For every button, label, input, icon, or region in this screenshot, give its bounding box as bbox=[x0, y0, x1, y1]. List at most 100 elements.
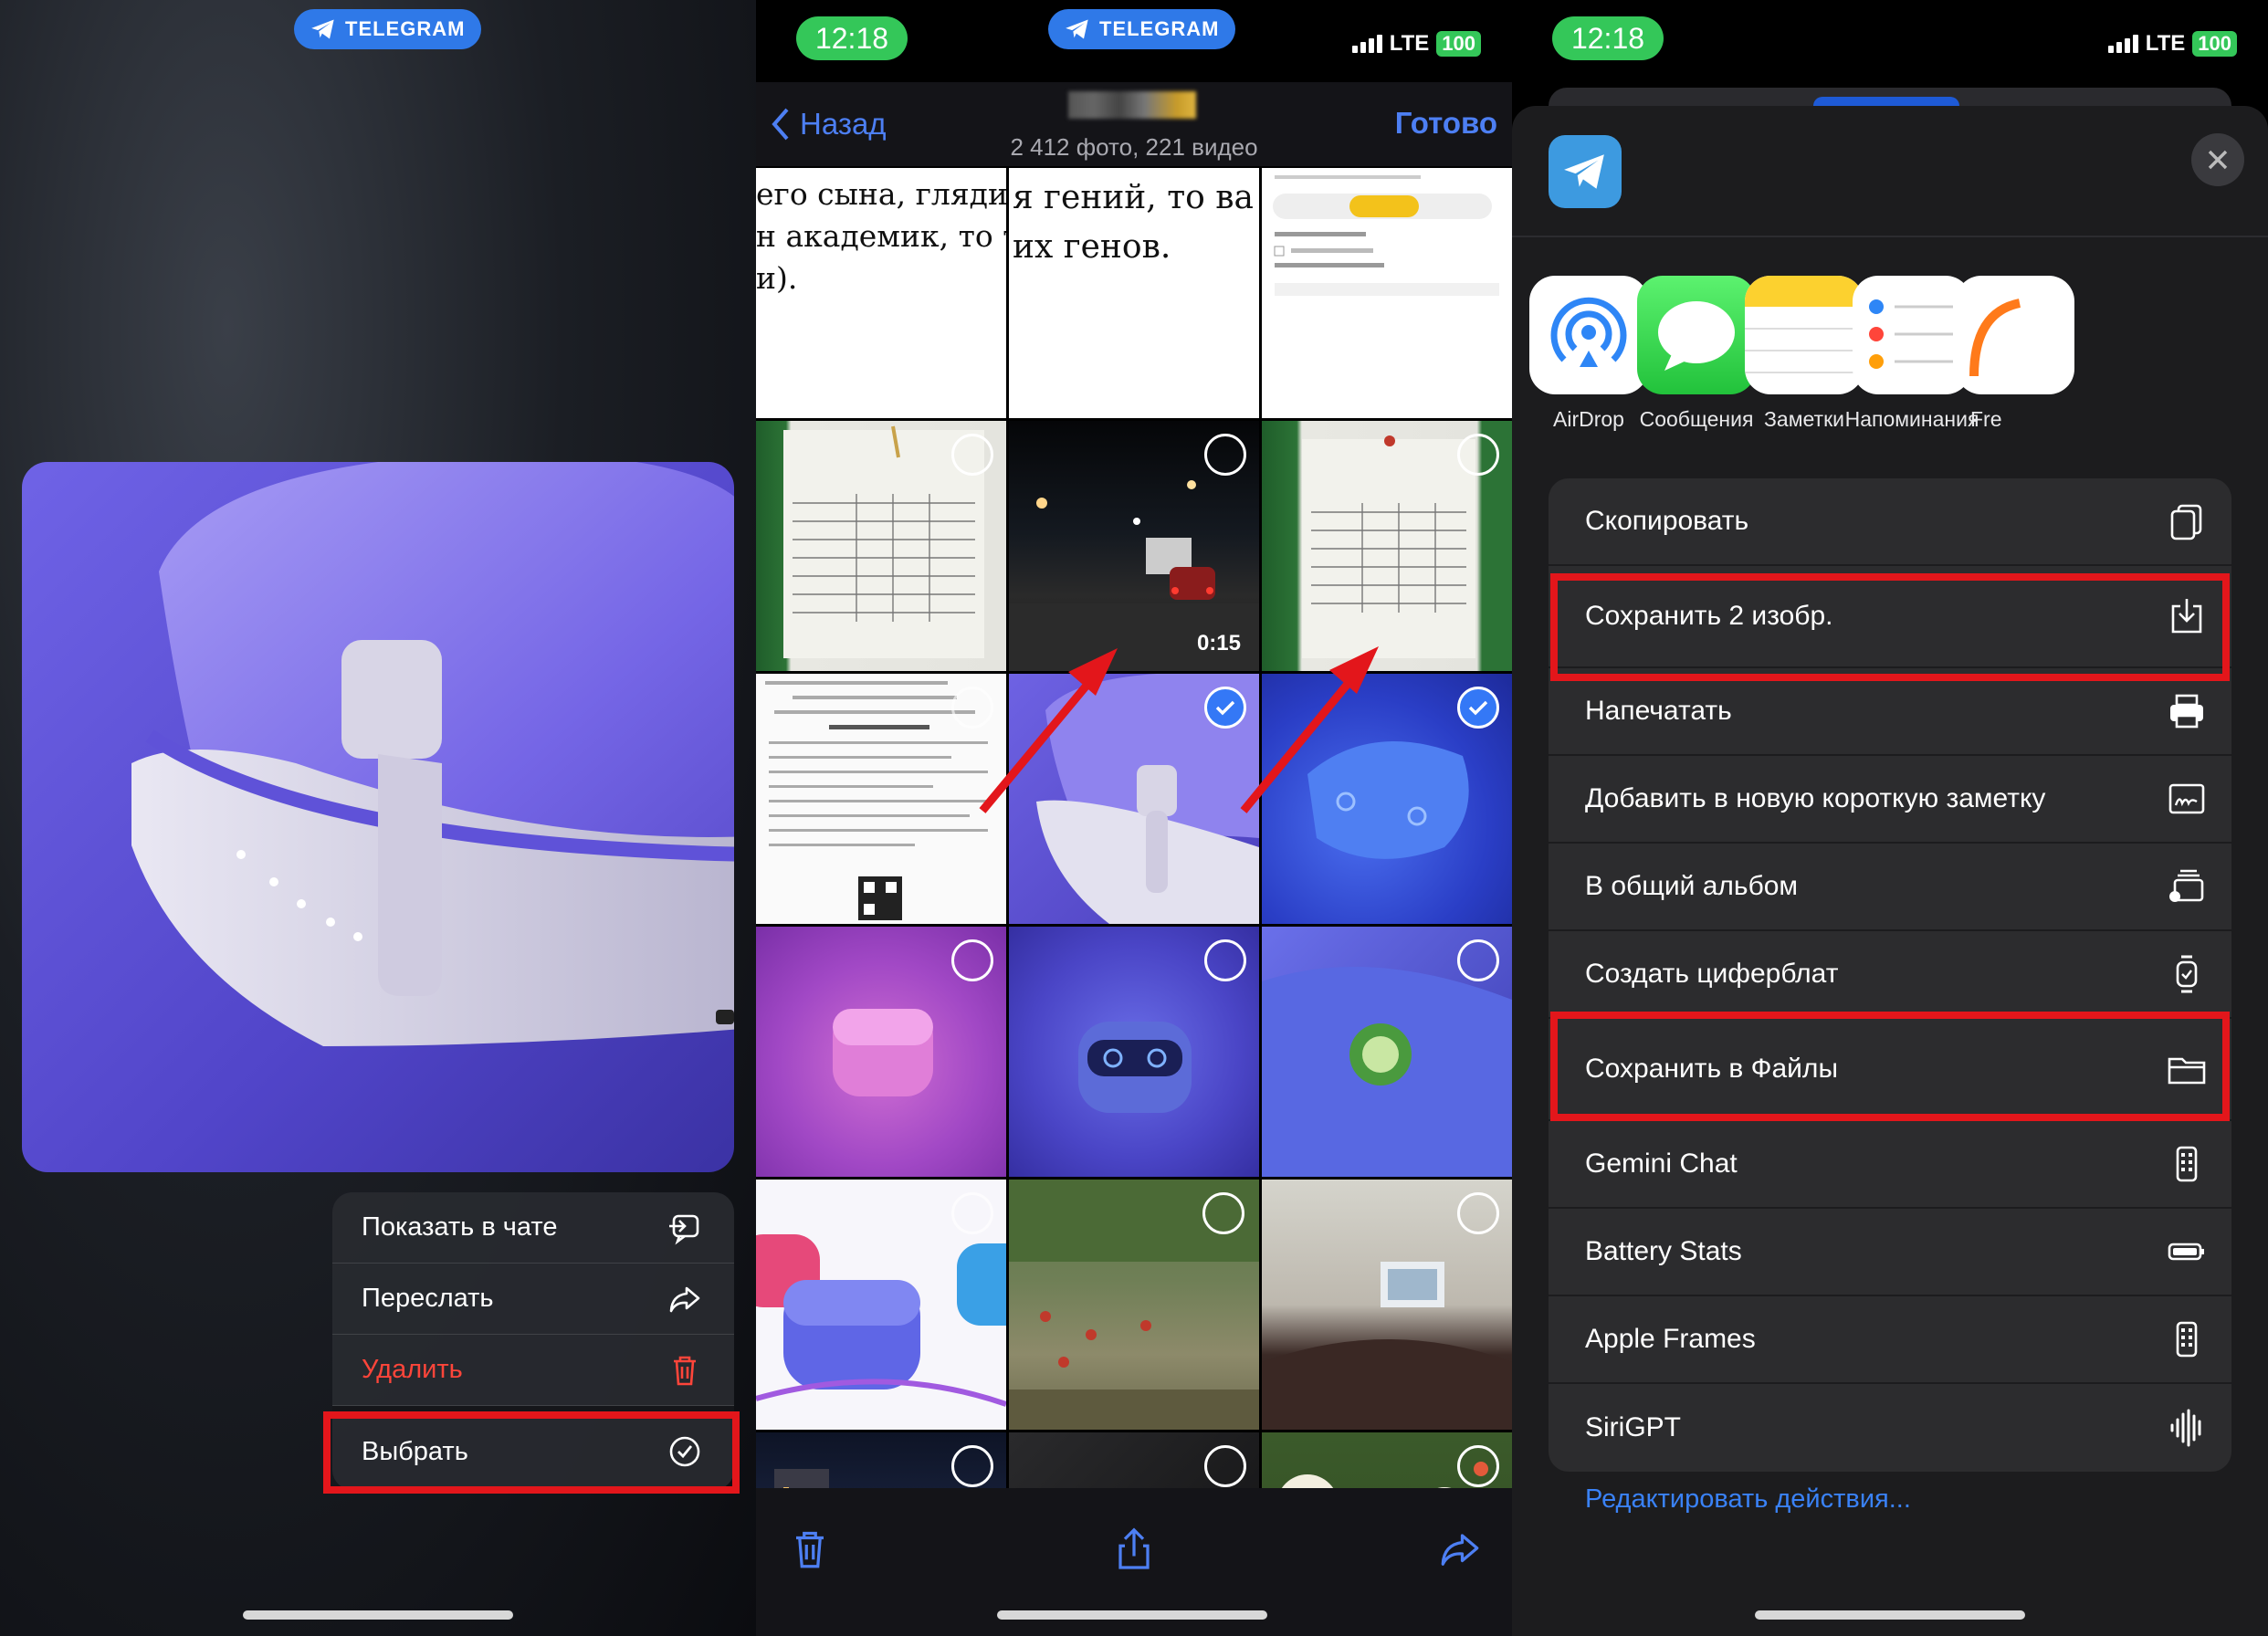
close-button[interactable] bbox=[2191, 133, 2244, 186]
media-tile-product-selected[interactable] bbox=[1262, 674, 1512, 924]
forward-icon bbox=[669, 1286, 700, 1312]
blurred-chat-name bbox=[1068, 91, 1196, 119]
phone-app-icon bbox=[2176, 1146, 2198, 1182]
freeform-icon bbox=[1956, 276, 2074, 394]
tile-text-line: их генов. bbox=[1013, 228, 1171, 266]
signal-icon bbox=[2107, 35, 2138, 53]
panel-share-sheet: 12:18 LTE 100 AirDrop Сообщения Заметки … bbox=[1512, 0, 2268, 1636]
media-grid: его сына, гляди н академик, то т и). я г… bbox=[756, 168, 1512, 1636]
select-circle[interactable] bbox=[1457, 1192, 1499, 1234]
action-watch-face[interactable]: Создать циферблат bbox=[1549, 931, 2231, 1019]
video-duration: 0:15 bbox=[1196, 631, 1241, 655]
phone-app-icon bbox=[2176, 1321, 2198, 1358]
telegram-pill[interactable]: TELEGRAM bbox=[294, 9, 482, 49]
media-tile-receipt[interactable] bbox=[756, 674, 1006, 924]
select-circle[interactable] bbox=[1204, 434, 1246, 476]
edit-actions-link[interactable]: Редактировать действия... bbox=[1585, 1484, 1911, 1515]
menu-item-show-in-chat[interactable]: Показать в чате bbox=[332, 1192, 734, 1264]
home-indicator bbox=[1755, 1610, 2025, 1620]
action-label: Apple Frames bbox=[1585, 1324, 1756, 1354]
select-circle[interactable] bbox=[1204, 1445, 1246, 1487]
highlight-save-to-files bbox=[1550, 1012, 2230, 1121]
home-indicator bbox=[997, 1610, 1267, 1620]
telegram-icon bbox=[1066, 19, 1088, 39]
action-copy[interactable]: Скопировать bbox=[1549, 478, 2231, 566]
media-tile-paper-document[interactable] bbox=[756, 421, 1006, 671]
highlight-save-images bbox=[1550, 573, 2230, 681]
action-label: Создать циферблат bbox=[1585, 959, 1839, 989]
menu-item-label: Удалить bbox=[362, 1355, 463, 1384]
highlight-select bbox=[323, 1411, 740, 1494]
action-gemini-chat[interactable]: Gemini Chat bbox=[1549, 1121, 2231, 1209]
select-circle[interactable] bbox=[951, 939, 993, 981]
media-tile-product[interactable] bbox=[1009, 927, 1259, 1177]
select-circle[interactable] bbox=[1457, 1445, 1499, 1487]
action-shared-album[interactable]: В общий альбом bbox=[1549, 844, 2231, 931]
action-label: Скопировать bbox=[1585, 506, 1749, 536]
select-circle[interactable] bbox=[951, 434, 993, 476]
share-icon[interactable] bbox=[1111, 1526, 1157, 1572]
telegram-pill[interactable]: TELEGRAM bbox=[1048, 9, 1236, 49]
media-tile-video[interactable]: 0:15 bbox=[1009, 421, 1259, 671]
share-apps-row: AirDrop Сообщения Заметки Напоминания Fr… bbox=[1512, 276, 2268, 431]
forward-icon[interactable] bbox=[1437, 1526, 1483, 1572]
quick-note-icon bbox=[2168, 783, 2205, 814]
signal-icon bbox=[1351, 35, 1382, 53]
trash-icon bbox=[674, 1356, 696, 1385]
media-tile-product[interactable] bbox=[756, 1180, 1006, 1430]
menu-item-forward[interactable]: Переслать bbox=[332, 1264, 734, 1335]
media-tile-photo-lake[interactable] bbox=[1009, 1180, 1259, 1430]
menu-item-delete[interactable]: Удалить bbox=[332, 1335, 734, 1406]
telegram-icon bbox=[1564, 154, 1604, 189]
network-label: LTE bbox=[2145, 31, 2186, 56]
select-circle[interactable] bbox=[951, 1192, 993, 1234]
tile-text-line: н академик, то т bbox=[756, 218, 1006, 254]
action-print[interactable]: Напечатать bbox=[1549, 668, 2231, 756]
media-tile-photo-room[interactable] bbox=[1262, 1180, 1512, 1430]
action-sirigpt[interactable]: SiriGPT bbox=[1549, 1384, 2231, 1472]
select-circle[interactable] bbox=[951, 687, 993, 729]
telegram-app-icon bbox=[1549, 135, 1622, 208]
checkmark-icon bbox=[1468, 700, 1488, 716]
selected-checkmark[interactable] bbox=[1457, 687, 1499, 729]
status-time: 12:18 bbox=[796, 16, 908, 60]
navigation-bar: Назад 2 412 фото, 221 видео Готово bbox=[756, 82, 1512, 166]
share-app-freeform[interactable]: Fre bbox=[1937, 276, 2074, 432]
action-battery-stats[interactable]: Battery Stats bbox=[1549, 1209, 2231, 1296]
close-icon bbox=[2208, 150, 2228, 170]
action-label: SiriGPT bbox=[1585, 1412, 1681, 1442]
action-label: Добавить в новую короткую заметку bbox=[1585, 783, 2046, 813]
action-quick-note[interactable]: Добавить в новую короткую заметку bbox=[1549, 756, 2231, 844]
copy-icon bbox=[2170, 504, 2202, 540]
select-circle[interactable] bbox=[1204, 939, 1246, 981]
media-tile-product[interactable] bbox=[756, 927, 1006, 1177]
done-button[interactable]: Готово bbox=[1395, 106, 1497, 141]
panel-media-grid: 12:18 TELEGRAM LTE 100 Назад 2 412 фото,… bbox=[756, 0, 1512, 1636]
trash-icon[interactable] bbox=[787, 1526, 833, 1572]
action-apple-frames[interactable]: Apple Frames bbox=[1549, 1296, 2231, 1384]
media-tile-text-screenshot[interactable]: его сына, гляди н академик, то т и). bbox=[756, 168, 1006, 418]
tile-text-line: я гений, то ва bbox=[1013, 179, 1254, 216]
select-circle[interactable] bbox=[1457, 434, 1499, 476]
select-circle[interactable] bbox=[1457, 939, 1499, 981]
action-label: Battery Stats bbox=[1585, 1236, 1742, 1266]
media-tile-app-screenshot[interactable] bbox=[1262, 168, 1512, 418]
tile-text-line: и). bbox=[756, 260, 798, 296]
select-circle[interactable] bbox=[1202, 1192, 1244, 1234]
media-tile-text-screenshot[interactable]: я гений, то ва их генов. bbox=[1009, 168, 1259, 418]
select-circle[interactable] bbox=[951, 1445, 993, 1487]
panel-context-menu: TELEGRAM Показать в чате Переслать Удали… bbox=[0, 0, 756, 1636]
media-tile-product-selected[interactable] bbox=[1009, 674, 1259, 924]
selected-checkmark[interactable] bbox=[1204, 687, 1246, 729]
tile-text-line: его сына, гляди bbox=[756, 176, 1006, 212]
action-label: Gemini Chat bbox=[1585, 1148, 1738, 1179]
print-icon bbox=[2170, 694, 2203, 729]
telegram-icon bbox=[311, 19, 334, 39]
battery-icon bbox=[2168, 1243, 2204, 1261]
media-tile-paper-document[interactable] bbox=[1262, 421, 1512, 671]
media-preview-image[interactable] bbox=[22, 462, 734, 1172]
battery-level: 100 bbox=[1436, 31, 1481, 57]
battery-level: 100 bbox=[2192, 31, 2237, 57]
media-tile-product[interactable] bbox=[1262, 927, 1512, 1177]
telegram-pill-label: TELEGRAM bbox=[345, 17, 466, 40]
